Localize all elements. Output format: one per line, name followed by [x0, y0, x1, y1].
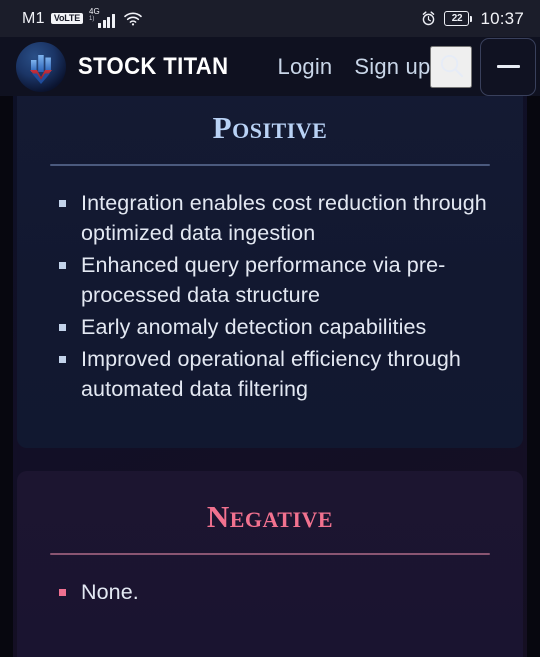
network-type-label: 4G	[89, 6, 100, 16]
network-sub-label: 1)	[89, 15, 95, 22]
negative-points-list: None.	[48, 577, 492, 607]
battery-indicator: 22	[444, 11, 473, 26]
carrier-label: M1	[22, 9, 45, 27]
stock-titan-logo-icon	[16, 41, 66, 92]
signal-bars-icon: 4G 1)	[89, 6, 115, 28]
list-item: Early anomaly detection capabilities	[59, 312, 492, 342]
positive-card-title: Positive	[212, 110, 328, 145]
wifi-icon	[123, 12, 142, 26]
alarm-clock-icon	[421, 11, 436, 26]
brand-home-link[interactable]: STOCK TITAN	[16, 41, 242, 92]
page-body: Positive Integration enables cost reduct…	[0, 96, 540, 657]
battery-tip	[470, 15, 473, 22]
brand-name-label: STOCK TITAN	[78, 52, 229, 80]
hamburger-menu-icon	[496, 65, 520, 68]
positive-points-list: Integration enables cost reduction throu…	[48, 188, 492, 404]
nav-links: Login Sign up	[278, 54, 431, 80]
positive-card-divider	[50, 164, 490, 166]
signup-link[interactable]: Sign up	[354, 54, 430, 80]
app-screen: M1 VoLTE 4G 1) 22 10:37 STOCK TITAN Logi…	[0, 0, 540, 657]
list-item: Integration enables cost reduction throu…	[59, 188, 492, 248]
negative-card-divider	[50, 553, 490, 555]
search-icon	[438, 52, 465, 82]
status-bar: M1 VoLTE 4G 1) 22 10:37	[0, 0, 540, 37]
battery-percent-label: 22	[444, 11, 470, 26]
clock-label: 10:37	[480, 8, 524, 28]
list-item: Improved operational efficiency through …	[59, 344, 492, 404]
negative-card: Negative None.	[17, 471, 523, 657]
positive-card: Positive Integration enables cost reduct…	[17, 96, 523, 448]
nav-icon-group	[430, 37, 540, 96]
hamburger-menu-button[interactable]	[480, 37, 537, 96]
volte-badge: VoLTE	[50, 12, 83, 25]
list-item: None.	[59, 577, 492, 607]
site-navbar: STOCK TITAN Login Sign up	[0, 37, 540, 96]
status-bar-left: M1 VoLTE 4G 1)	[22, 6, 142, 28]
negative-card-title: Negative	[206, 499, 334, 534]
status-bar-right: 22 10:37	[421, 9, 524, 29]
list-item: Enhanced query performance via pre-proce…	[59, 250, 492, 310]
login-link[interactable]: Login	[278, 54, 333, 80]
signal-strength-bars	[98, 13, 115, 28]
search-button[interactable]	[430, 45, 473, 88]
